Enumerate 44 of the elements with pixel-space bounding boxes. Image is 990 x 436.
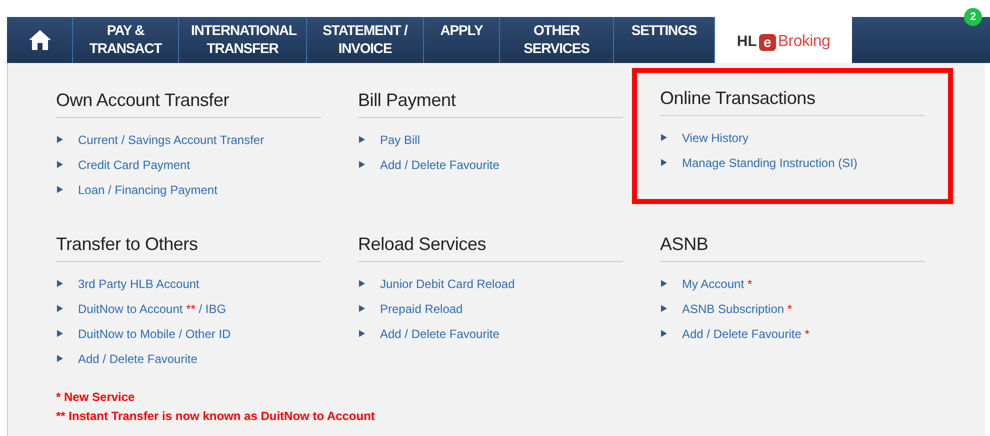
menu-link[interactable]: Add / Delete Favourite [78,352,198,366]
footnote: * New Service [56,389,135,406]
triangle-bullet-icon [359,280,365,287]
menu-link[interactable]: DuitNow to Account ** / IBG [78,302,226,316]
footnote: ** Instant Transfer is now known as DuitNow to Account [56,408,375,425]
broking-tab[interactable]: HL e Broking [715,17,852,63]
menu-link[interactable]: Add / Delete Favourite [380,326,500,340]
triangle-bullet-icon [57,161,63,168]
menu-link[interactable]: Pay Bill [380,132,420,146]
triangle-bullet-icon [57,355,63,362]
menu-link[interactable]: DuitNow to Mobile / Other ID [78,326,231,340]
section-heading: ASNB [660,234,925,262]
home-icon [28,29,52,51]
triangle-bullet-icon [661,305,667,312]
menu-link[interactable]: View History [682,130,748,144]
section-heading: Own Account Transfer [56,90,321,118]
triangle-bullet-icon [359,330,365,337]
triangle-bullet-icon [57,305,63,312]
menu-link[interactable]: Credit Card Payment [78,158,190,172]
section-heading: Online Transactions [660,88,925,116]
menu-link[interactable]: 3rd Party HLB Account [78,276,200,290]
triangle-bullet-icon [57,330,63,337]
triangle-bullet-icon [661,330,667,337]
menu-link[interactable]: Current / Savings Account Transfer [78,132,264,146]
menu-link[interactable]: Junior Debit Card Reload [380,276,515,290]
triangle-bullet-icon [359,161,365,168]
triangle-bullet-icon [359,136,365,143]
triangle-bullet-icon [359,305,365,312]
menu-link[interactable]: My Account * [682,276,752,290]
menu-link[interactable]: Add / Delete Favourite [380,158,500,172]
menu-link[interactable]: ASNB Subscription * [682,302,792,316]
section-heading: Transfer to Others [56,234,321,262]
triangle-bullet-icon [57,136,63,143]
triangle-bullet-icon [661,134,667,141]
menu-link[interactable]: Add / Delete Favourite * [682,326,810,340]
section-heading: Reload Services [358,234,623,262]
section-heading: Bill Payment [358,90,623,118]
triangle-bullet-icon [57,280,63,287]
menu-link[interactable]: Loan / Financing Payment [78,182,218,196]
triangle-bullet-icon [57,186,63,193]
menu-link[interactable]: Manage Standing Instruction (SI) [682,156,858,170]
menu-link[interactable]: Prepaid Reload [380,302,463,316]
triangle-bullet-icon [661,280,667,287]
triangle-bullet-icon [661,159,667,166]
